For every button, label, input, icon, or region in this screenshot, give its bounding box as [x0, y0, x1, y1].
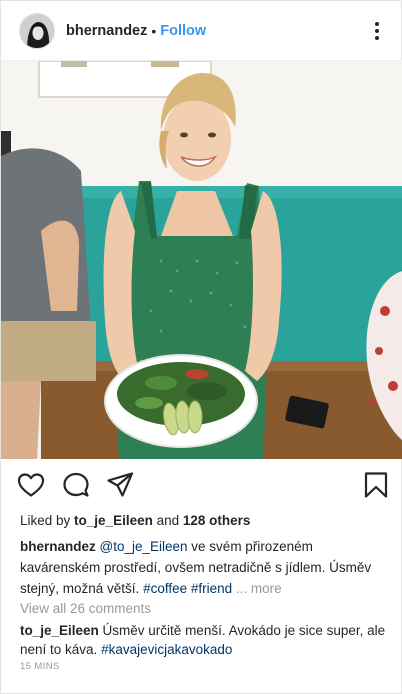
post-caption: bhernandez @to_je_Eileen ve svém přiroze…	[20, 536, 392, 599]
bookmark-icon[interactable]	[361, 470, 391, 500]
more-dot	[375, 21, 379, 26]
likes-others-link[interactable]: 128 others	[183, 513, 251, 528]
comment-item: to_je_Eileen Úsměv určitě menší. Avokádo…	[20, 621, 392, 659]
more-options-icon[interactable]	[367, 17, 387, 45]
more-dot	[375, 28, 379, 33]
likes-middle: and	[152, 513, 183, 528]
post-photo[interactable]	[1, 61, 402, 459]
likes-user-link[interactable]: to_je_Eileen	[74, 513, 153, 528]
post-header: bhernandez • Follow	[1, 1, 402, 61]
comment-author[interactable]: to_je_Eileen	[20, 623, 99, 638]
separator-dot: •	[151, 22, 157, 39]
likes-summary: Liked by to_je_Eileen and 128 others	[20, 513, 250, 528]
comment-icon[interactable]	[61, 470, 91, 500]
caption-hashtag[interactable]: #friend	[191, 581, 232, 596]
avatar-image	[20, 13, 54, 48]
avatar[interactable]	[19, 12, 55, 49]
caption-more-link[interactable]: ... more	[236, 581, 282, 596]
post-timestamp: 15 MINS	[20, 661, 60, 672]
send-icon[interactable]	[105, 470, 135, 500]
username[interactable]: bhernandez	[66, 23, 147, 39]
caption-mention[interactable]: @to_je_Eileen	[100, 539, 188, 554]
action-bar	[1, 459, 402, 509]
heart-icon[interactable]	[16, 470, 46, 500]
comment-hashtag[interactable]: #kavajevicjakavokado	[101, 642, 232, 657]
instagram-post: bhernandez • Follow Liked by to_je_Eilee…	[0, 0, 402, 694]
photo-illustration	[1, 61, 402, 459]
likes-prefix: Liked by	[20, 513, 75, 528]
caption-hashtag[interactable]: #coffee	[143, 581, 187, 596]
more-dot	[375, 35, 379, 40]
follow-button[interactable]: Follow	[160, 23, 206, 39]
caption-author[interactable]: bhernandez	[20, 539, 96, 554]
view-all-comments-link[interactable]: View all 26 comments	[20, 601, 151, 616]
